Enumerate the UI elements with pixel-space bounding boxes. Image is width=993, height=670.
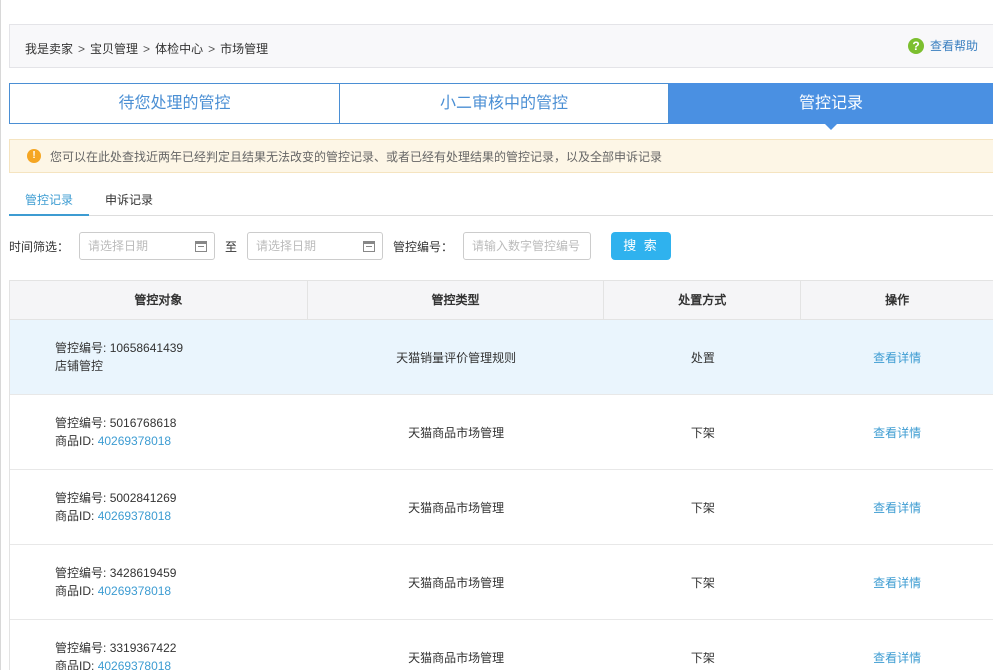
control-id: 10658641439 <box>109 341 184 355</box>
breadcrumb-market-management: 市场管理 <box>220 42 269 56</box>
view-details-link[interactable]: 查看详情 <box>801 545 993 619</box>
control-id-label: 管控编号: <box>55 491 107 505</box>
control-id-input[interactable]: 请输入数字管控编号 <box>463 232 591 260</box>
breadcrumb-health-center[interactable]: 体检中心 <box>155 42 203 56</box>
item-id-label: 商品ID: <box>55 659 95 670</box>
calendar-icon[interactable] <box>195 241 207 252</box>
cell-disposal: 下架 <box>690 650 715 665</box>
table-row: 管控编号: 10658641439 店铺管控 天猫销量评价管理规则 处置 查看详… <box>10 320 993 395</box>
subtab-appeal-records[interactable]: 申诉记录 <box>101 186 157 216</box>
notice-banner: ! 您可以在此处查找近两年已经判定且结果无法改变的管控记录、或者已经有处理结果的… <box>9 139 993 173</box>
control-id-label: 管控编号： <box>393 240 454 254</box>
page-left-border <box>0 0 1 670</box>
main-tabs: 待您处理的管控 小二审核中的管控 管控记录 <box>9 83 993 130</box>
item-id-link[interactable]: 40269378018 <box>98 584 171 598</box>
cell-control-type: 天猫商品市场管理 <box>408 650 505 665</box>
cell-control-type: 天猫销量评价管理规则 <box>396 350 517 365</box>
calendar-icon[interactable] <box>363 241 375 252</box>
item-id-label: 商品ID: <box>55 434 95 448</box>
item-id-link[interactable]: 40269378018 <box>98 509 171 523</box>
view-details-link[interactable]: 查看详情 <box>801 320 993 394</box>
cell-control-object: 管控编号: 5016768618 商品ID: 40269378018 <box>10 395 308 469</box>
cell-disposal: 处置 <box>690 350 715 365</box>
help-link[interactable]: ? 查看帮助 <box>907 37 978 54</box>
cell-control-object: 管控编号: 10658641439 店铺管控 <box>10 320 308 394</box>
filter-bar: 时间筛选： 请选择日期 至 请选择日期 管控编号： 请输入数字管控编号 搜 索 <box>9 232 993 260</box>
header-disposal: 处置方式 <box>604 281 802 319</box>
cell-disposal: 下架 <box>690 500 715 515</box>
view-details-link[interactable]: 查看详情 <box>801 395 993 469</box>
question-icon: ? <box>907 37 924 54</box>
tab-control-records[interactable]: 管控记录 <box>669 83 993 130</box>
header-control-object: 管控对象 <box>10 281 308 319</box>
control-id-label: 管控编号: <box>55 641 107 655</box>
object-kind: 店铺管控 <box>55 359 104 373</box>
cell-control-type: 天猫商品市场管理 <box>408 575 505 590</box>
control-id-placeholder: 请输入数字管控编号 <box>472 239 581 253</box>
control-id-label: 管控编号: <box>55 341 107 355</box>
time-filter-label: 时间筛选： <box>9 240 70 254</box>
item-id-label: 商品ID: <box>55 509 95 523</box>
breadcrumb-seller[interactable]: 我是卖家 <box>25 42 73 56</box>
breadcrumb-separator: > <box>208 42 216 56</box>
cell-control-type: 天猫商品市场管理 <box>408 425 505 440</box>
control-id: 3428619459 <box>109 566 177 580</box>
tab-pending-control[interactable]: 待您处理的管控 <box>9 83 340 124</box>
cell-disposal: 下架 <box>690 575 715 590</box>
cell-control-object: 管控编号: 3428619459 商品ID: 40269378018 <box>10 545 308 619</box>
view-details-link[interactable]: 查看详情 <box>801 470 993 544</box>
breadcrumb-item-management[interactable]: 宝贝管理 <box>90 42 138 56</box>
sub-tabs: 管控记录 申诉记录 <box>9 186 993 216</box>
cell-control-type: 天猫商品市场管理 <box>408 500 505 515</box>
item-id-link[interactable]: 40269378018 <box>98 659 171 670</box>
control-records-table: 管控对象 管控类型 处置方式 操作 管控编号: 10658641439 店铺管控… <box>9 280 993 670</box>
item-id-label: 商品ID: <box>55 584 95 598</box>
view-details-link[interactable]: 查看详情 <box>801 620 993 670</box>
breadcrumb-bar: 我是卖家 > 宝贝管理 > 体检中心 > 市场管理 ? 查看帮助 <box>9 24 993 68</box>
table-row: 管控编号: 3319367422 商品ID: 40269378018 天猫商品市… <box>10 620 993 670</box>
subtab-control-records[interactable]: 管控记录 <box>9 186 89 216</box>
tab-reviewing-control[interactable]: 小二审核中的管控 <box>340 83 669 124</box>
cell-control-object: 管控编号: 3319367422 商品ID: 40269378018 <box>10 620 308 670</box>
item-id-link[interactable]: 40269378018 <box>98 434 171 448</box>
search-button[interactable]: 搜 索 <box>611 232 671 260</box>
table-row: 管控编号: 5016768618 商品ID: 40269378018 天猫商品市… <box>10 395 993 470</box>
breadcrumb-separator: > <box>78 42 86 56</box>
header-operation: 操作 <box>885 293 910 307</box>
control-id-label: 管控编号: <box>55 416 107 430</box>
header-control-type: 管控类型 <box>308 281 605 319</box>
table-row: 管控编号: 5002841269 商品ID: 40269378018 天猫商品市… <box>10 470 993 545</box>
control-id: 3319367422 <box>109 641 177 655</box>
to-label: 至 <box>225 240 238 254</box>
notice-text: 您可以在此处查找近两年已经判定且结果无法改变的管控记录、或者已经有处理结果的管控… <box>50 149 663 164</box>
table-header: 管控对象 管控类型 处置方式 操作 <box>10 280 993 320</box>
control-id: 5016768618 <box>109 416 177 430</box>
control-id: 5002841269 <box>109 491 177 505</box>
table-row: 管控编号: 3428619459 商品ID: 40269378018 天猫商品市… <box>10 545 993 620</box>
end-date-placeholder: 请选择日期 <box>256 239 317 253</box>
start-date-input[interactable]: 请选择日期 <box>79 232 215 260</box>
start-date-placeholder: 请选择日期 <box>88 239 149 253</box>
help-label[interactable]: 查看帮助 <box>930 37 978 54</box>
end-date-input[interactable]: 请选择日期 <box>247 232 383 260</box>
breadcrumb-separator: > <box>143 42 151 56</box>
cell-disposal: 下架 <box>690 425 715 440</box>
info-icon: ! <box>27 149 41 163</box>
cell-control-object: 管控编号: 5002841269 商品ID: 40269378018 <box>10 470 308 544</box>
control-id-label: 管控编号: <box>55 566 107 580</box>
breadcrumb: 我是卖家 > 宝贝管理 > 体检中心 > 市场管理 <box>25 40 268 57</box>
